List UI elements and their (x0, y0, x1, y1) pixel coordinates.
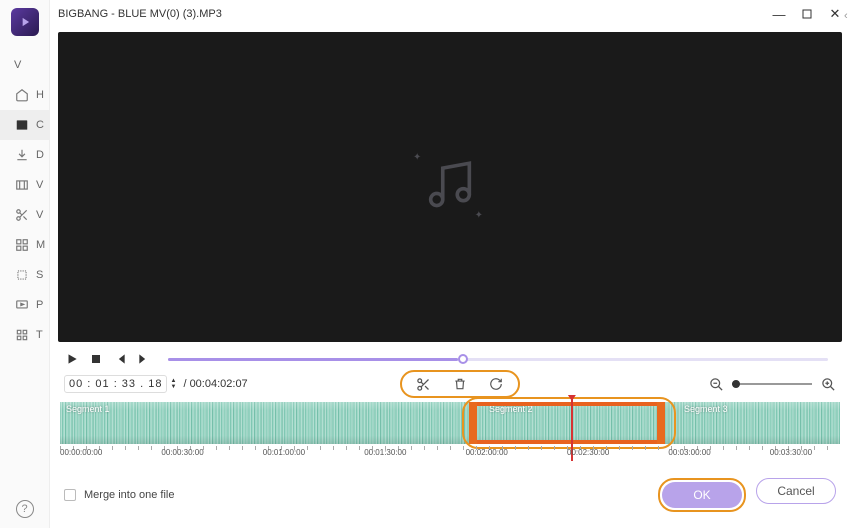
merge-checkbox[interactable] (64, 489, 76, 501)
maximize-button[interactable] (800, 7, 814, 21)
timeline[interactable]: Segment 1 Segment 2 Segment 3 00:00:00:0… (60, 402, 840, 464)
music-placeholder-icon: ✦ ✦ (421, 156, 479, 219)
play-button[interactable] (64, 351, 80, 367)
time-ruler: 00:00:00:00 00:00:30:00 00:01:00:00 00:0… (60, 446, 840, 464)
sidebar: V H C D V V M S P (0, 0, 50, 528)
duration-label: / 00:04:02:07 (183, 378, 247, 390)
zoom-in-button[interactable] (820, 376, 836, 392)
next-button[interactable] (136, 351, 152, 367)
grid-icon (14, 177, 30, 193)
sidebar-item-home[interactable]: H (0, 80, 49, 110)
preview-area: ✦ ✦ (58, 32, 842, 342)
edit-tools-highlight (400, 370, 520, 398)
crop-icon (14, 267, 30, 283)
app-logo (11, 8, 39, 36)
help-icon[interactable]: ? (16, 500, 34, 518)
time-down-button[interactable]: ▼ (169, 384, 177, 390)
download-icon (14, 147, 30, 163)
cut-tool[interactable] (416, 376, 432, 392)
prev-button[interactable] (112, 351, 128, 367)
sidebar-item-merge[interactable]: M (0, 230, 49, 260)
window-title: BIGBANG - BLUE MV(0) (3).MP3 (58, 8, 772, 20)
merge-label: Merge into one file (84, 489, 175, 501)
progress-bar[interactable] (168, 358, 828, 361)
waveform[interactable]: Segment 1 Segment 2 Segment 3 (60, 402, 840, 444)
sidebar-item-0[interactable]: V (0, 50, 49, 80)
sidebar-item-cut[interactable]: V (0, 200, 49, 230)
current-time-input[interactable]: 00 : 01 : 33 . 18 (64, 375, 167, 393)
zoom-slider[interactable] (732, 383, 812, 385)
sidebar-item-4[interactable]: V (0, 170, 49, 200)
monitor-icon (14, 297, 30, 313)
stop-button[interactable] (88, 351, 104, 367)
delete-tool[interactable] (452, 376, 468, 392)
close-button[interactable]: ✕ (828, 7, 842, 21)
sidebar-item-convert[interactable]: C (0, 110, 49, 140)
titlebar: BIGBANG - BLUE MV(0) (3).MP3 — ✕ (50, 0, 850, 28)
selection-highlight (462, 397, 677, 449)
scissors-icon (14, 207, 30, 223)
film-icon (14, 117, 30, 133)
home-icon (14, 87, 30, 103)
minimize-button[interactable]: — (772, 7, 786, 21)
segment-3-label: Segment 3 (684, 404, 728, 414)
progress-thumb[interactable] (458, 354, 468, 364)
merge-icon (14, 237, 30, 253)
reset-tool[interactable] (488, 376, 504, 392)
apps-icon (14, 327, 30, 343)
sidebar-item-download[interactable]: D (0, 140, 49, 170)
ok-highlight: OK (658, 478, 746, 512)
collapse-panel-handle[interactable]: ‹ (844, 0, 850, 528)
segment-1-label: Segment 1 (66, 404, 110, 414)
ok-button[interactable]: OK (662, 482, 742, 508)
sidebar-item-play[interactable]: P (0, 290, 49, 320)
sidebar-item-7[interactable]: S (0, 260, 49, 290)
cancel-button[interactable]: Cancel (756, 478, 836, 504)
sidebar-item-toolbox[interactable]: T (0, 320, 49, 350)
zoom-out-button[interactable] (708, 376, 724, 392)
